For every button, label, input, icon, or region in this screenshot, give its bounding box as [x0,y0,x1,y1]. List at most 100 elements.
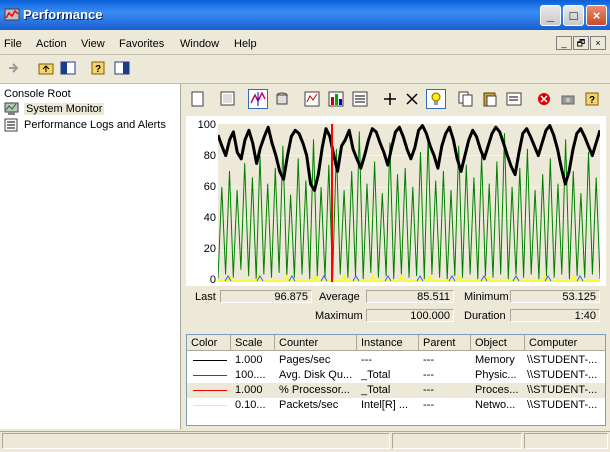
legend-color-swatch [193,375,227,376]
tree-item-performance-logs-label: Performance Logs and Alerts [24,119,166,131]
svg-text:?: ? [589,95,595,106]
view-log-data-icon[interactable] [272,89,292,109]
legend-scale: 1.000 [235,384,263,396]
y-tick-label: 40 [203,212,216,224]
menu-help[interactable]: Help [234,38,257,50]
svg-text:?: ? [95,64,101,75]
status-panel [392,433,522,449]
legend-instance: _Total [361,384,391,396]
duration-value: 1:40 [510,309,600,322]
update-data-icon[interactable] [558,89,578,109]
legend-object: Proces... [475,384,519,396]
legend-row[interactable]: 100.... Avg. Disk Qu... _Total --- Physi… [187,368,605,383]
legend-row[interactable]: 0.10... Packets/sec Intel[R] ... --- Net… [187,398,605,413]
view-graph-icon[interactable] [302,89,322,109]
view-histogram-icon[interactable] [326,89,346,109]
copy-properties-icon[interactable] [456,89,476,109]
last-value: 96.875 [220,290,312,303]
tree-item-system-monitor[interactable]: System Monitor [4,101,105,117]
maximize-button[interactable]: □ [563,5,584,26]
tree-console-root[interactable]: Console Root [4,86,71,102]
view-report-icon[interactable] [350,89,370,109]
window-title: Performance [23,7,103,22]
y-tick-label: 60 [203,181,216,193]
system-monitor-icon [4,102,19,115]
help-icon[interactable]: ? [88,58,108,78]
legend-header-object[interactable]: Object [471,335,525,351]
minimum-value: 53.125 [510,290,600,303]
menu-favorites[interactable]: Favorites [119,38,164,50]
legend-color-swatch [193,390,227,391]
highlight-bulb-icon[interactable] [426,89,446,109]
menu-view[interactable]: View [81,38,105,50]
average-value: 85.511 [366,290,454,303]
legend-counter: Pages/sec [279,354,331,366]
tree-item-performance-logs[interactable]: Performance Logs and Alerts [4,117,166,133]
legend-parent: --- [423,399,434,411]
duration-label: Duration [464,310,506,322]
show-hide-tree-icon[interactable] [58,58,78,78]
console-tree [0,84,181,429]
up-folder-icon[interactable] [36,58,56,78]
back-arrow-icon[interactable] [4,58,24,78]
y-tick-label: 80 [203,150,216,162]
close-button[interactable]: × [586,5,607,26]
legend-instance: Intel[R] ... [361,399,409,411]
delete-counter-icon[interactable] [402,89,422,109]
legend-row-selected[interactable]: 1.000 % Processor... _Total --- Proces..… [187,383,605,398]
mdi-restore-button[interactable]: 🗗 [573,36,589,50]
legend-scale: 0.10... [235,399,266,411]
menu-window[interactable]: Window [180,38,219,50]
mdi-close-button[interactable]: × [590,36,606,50]
legend-instance: _Total [361,369,391,381]
performance-app-icon [4,8,20,21]
minimize-button[interactable]: _ [540,5,561,26]
legend-object: Physic... [475,369,517,381]
legend-color-swatch [193,405,227,406]
performance-chart [218,124,600,282]
menu-file[interactable]: File [4,38,22,50]
maximum-value: 100.000 [366,309,454,322]
add-counter-icon[interactable] [380,89,400,109]
console-icon[interactable] [112,58,132,78]
legend-counter: Packets/sec [279,399,339,411]
properties-icon[interactable] [504,89,524,109]
legend-parent: --- [423,354,434,366]
average-label: Average [319,291,360,303]
freeze-display-icon[interactable] [534,89,554,109]
last-label: Last [195,291,216,303]
legend-computer: \\STUDENT-... [527,384,598,396]
legend-parent: --- [423,369,434,381]
y-tick-label: 20 [203,243,216,255]
legend-instance: --- [361,354,372,366]
menu-action[interactable]: Action [36,38,67,50]
legend-computer: \\STUDENT-... [527,369,598,381]
legend-header-counter[interactable]: Counter [275,335,357,351]
y-tick-label: 0 [209,274,216,286]
legend-header-color[interactable]: Color [187,335,231,351]
clear-display-icon[interactable] [218,89,238,109]
legend-header-scale[interactable]: Scale [231,335,275,351]
maximum-label: Maximum [315,310,363,322]
performance-logs-icon [4,118,18,132]
legend-object: Memory [475,354,515,366]
legend-scale: 100.... [235,369,266,381]
legend-header-parent[interactable]: Parent [419,335,471,351]
legend-color-swatch [193,360,227,361]
paste-counter-list-icon[interactable] [480,89,500,109]
minimum-label: Minimum [464,291,509,303]
new-counter-set-icon[interactable] [188,89,208,109]
y-tick-label: 100 [197,119,216,131]
legend-counter: Avg. Disk Qu... [279,369,353,381]
view-current-activity-icon[interactable] [248,89,268,109]
legend-header-instance[interactable]: Instance [357,335,419,351]
legend-object: Netwo... [475,399,516,411]
legend-header-computer[interactable]: Computer [525,335,605,351]
legend-computer: \\STUDENT-... [527,399,598,411]
legend-row[interactable]: 1.000 Pages/sec --- --- Memory \\STUDENT… [187,353,605,368]
legend-counter: % Processor... [279,384,350,396]
help-icon[interactable]: ? [582,89,602,109]
mdi-minimize-button[interactable]: _ [556,36,572,50]
sample-marker [512,275,520,282]
counter-legend[interactable]: Color Scale Counter Instance Parent Obje… [186,334,606,426]
